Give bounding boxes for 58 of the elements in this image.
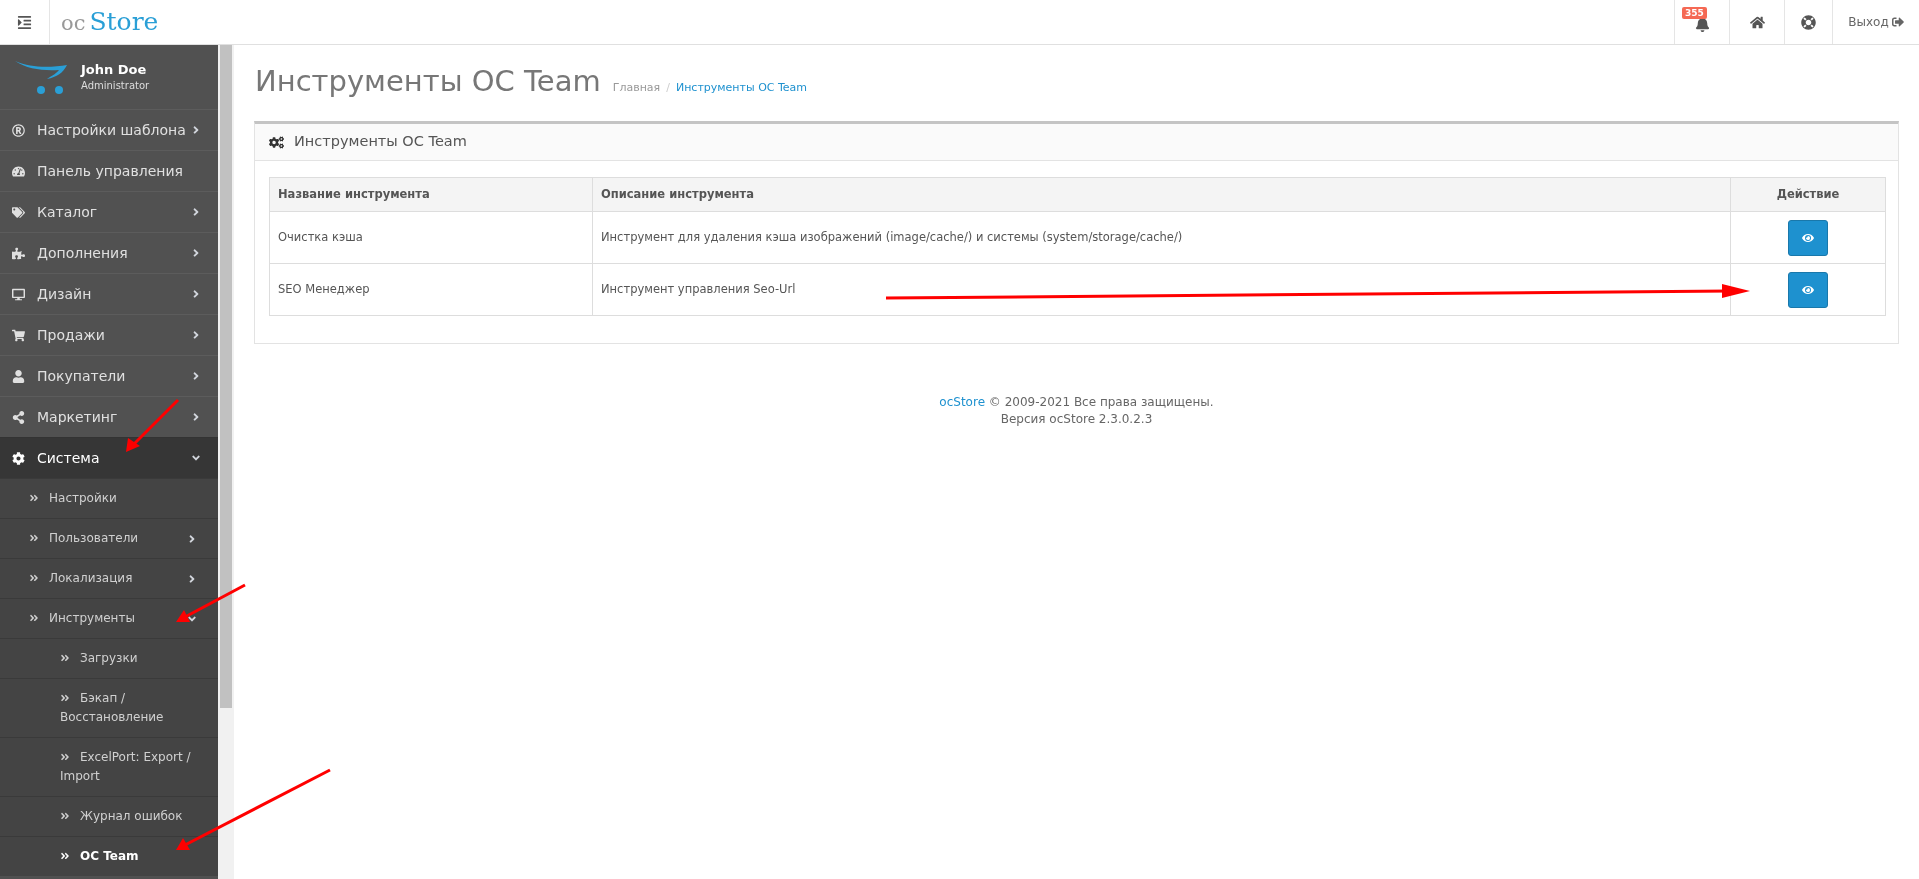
- lifebuoy-icon: [1801, 14, 1816, 30]
- footer-link[interactable]: ocStore: [939, 395, 985, 409]
- submenu-item[interactable]: ExcelPort: Export / Import: [0, 737, 218, 796]
- table-cell: Очистка кэша: [269, 211, 593, 264]
- panel-title: Инструменты OC Team: [294, 132, 467, 152]
- breadcrumb-separator: /: [666, 80, 670, 96]
- home-icon: [1749, 14, 1765, 30]
- view-button[interactable]: [1788, 219, 1828, 256]
- logout-button[interactable]: Выход: [1832, 0, 1919, 44]
- submenu-item[interactable]: Локализация: [0, 558, 218, 598]
- double-chevron-icon: [60, 652, 70, 663]
- user-icon: [12, 369, 25, 383]
- monitor-icon: [12, 287, 25, 301]
- double-chevron-icon: [60, 810, 70, 821]
- registered-icon: [12, 123, 25, 137]
- submenu-item[interactable]: Загрузки: [0, 638, 218, 678]
- submenu-item[interactable]: Инструменты: [0, 598, 218, 638]
- user-role: Administrator: [81, 79, 150, 93]
- table-cell: SEO Менеджер: [269, 263, 593, 316]
- submenu-item[interactable]: Пользователи: [0, 518, 218, 558]
- menu-icon: [17, 14, 32, 30]
- double-chevron-icon: [60, 692, 70, 703]
- menu-item[interactable]: Система: [0, 437, 218, 478]
- page-title: Инструменты OC Team: [255, 63, 601, 100]
- double-chevron-icon: [60, 751, 70, 762]
- notification-count: 355: [1682, 7, 1707, 19]
- gears-icon: [269, 134, 284, 150]
- eye-icon: [1802, 231, 1814, 244]
- eye-icon: [1802, 283, 1814, 296]
- gear-icon: [12, 451, 25, 465]
- submenu-item[interactable]: Бэкап / Восстановление: [0, 678, 218, 737]
- double-chevron-icon: [29, 572, 39, 583]
- double-chevron-icon: [29, 492, 39, 503]
- user-name: John Doe: [81, 61, 148, 78]
- share-icon: [12, 410, 25, 424]
- table-cell: Инструмент для удаления кэша изображений (image/cache/) и системы (system/storage/cache/): [592, 211, 1731, 264]
- annotation-arrow: [126, 398, 180, 452]
- double-chevron-icon: [29, 612, 39, 623]
- column-header: Действие: [1730, 177, 1886, 212]
- version-text: Версия ocStore 2.3.0.2.3: [1000, 411, 1153, 428]
- column-header: Название инструмента: [269, 177, 593, 212]
- annotation-arrow: [176, 583, 246, 622]
- double-chevron-icon: [29, 532, 39, 543]
- view-button[interactable]: [1788, 271, 1828, 308]
- gauge-icon: [12, 164, 25, 178]
- logout-icon: [1891, 16, 1904, 28]
- table-cell: Инструмент управления Seo-Url: [592, 263, 1731, 316]
- double-chevron-icon: [60, 850, 70, 861]
- bell-icon: [1694, 16, 1710, 32]
- tags-icon: [12, 205, 25, 219]
- cart-icon: [12, 328, 25, 342]
- submenu-item[interactable]: OC Team: [0, 836, 218, 876]
- puzzle-icon: [12, 246, 25, 260]
- submenu-item[interactable]: Журнал ошибок: [0, 796, 218, 836]
- breadcrumb-link[interactable]: Инструменты OC Team: [675, 80, 808, 97]
- column-header: Описание инструмента: [592, 177, 1731, 212]
- copyright-text: ocStore © 2009-2021 Все права защищены.: [939, 394, 1214, 411]
- submenu-item[interactable]: Настройки: [0, 478, 218, 518]
